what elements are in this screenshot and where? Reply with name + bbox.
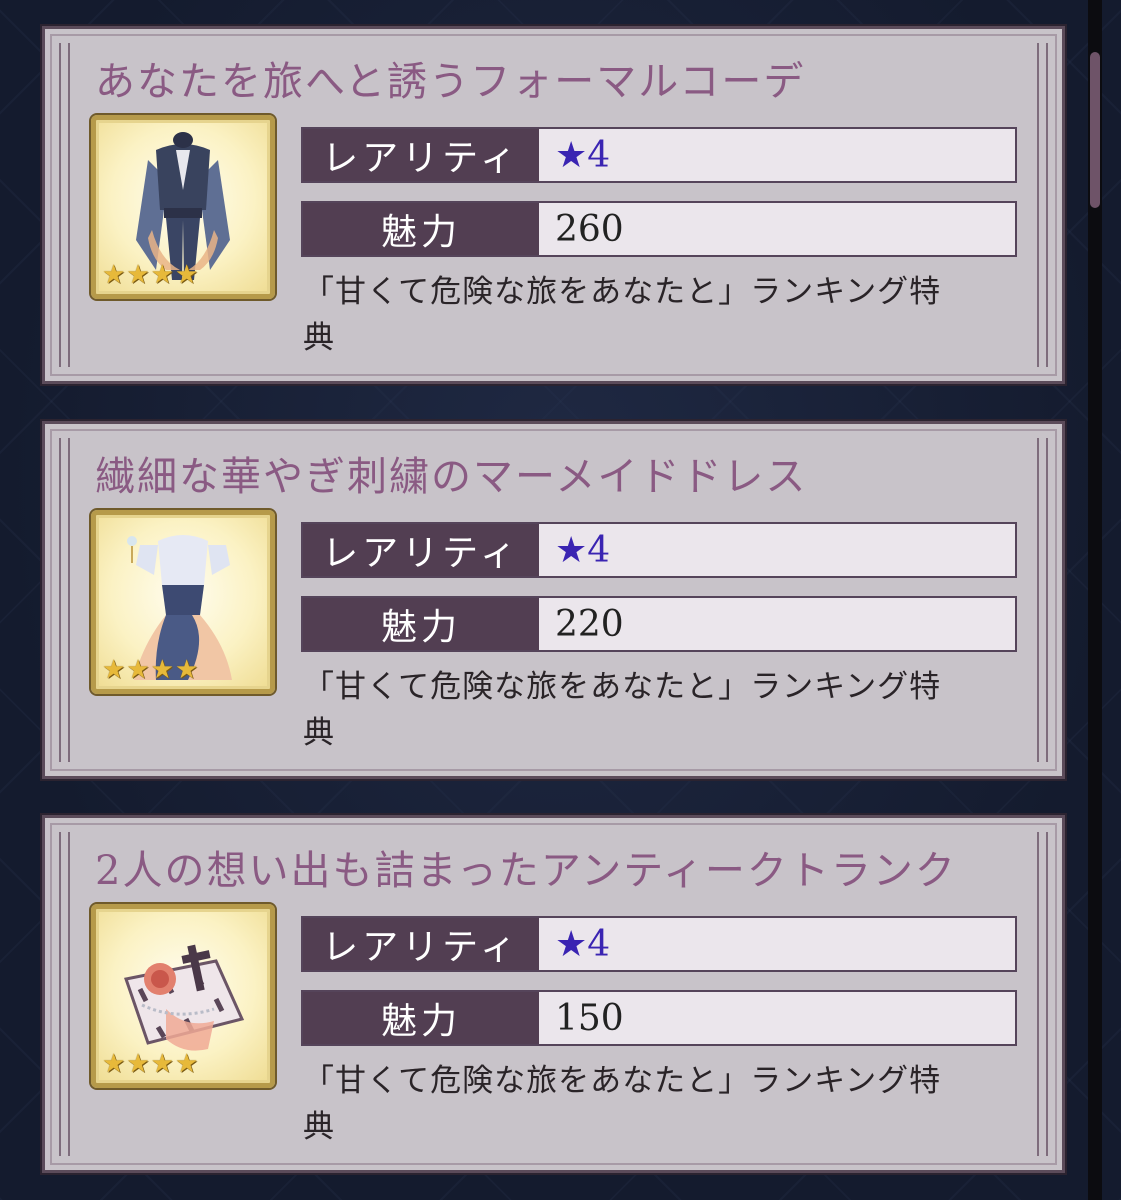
item-thumbnail[interactable]: ★ ★ ★ ★	[91, 115, 275, 299]
scrollbar[interactable]	[1088, 0, 1102, 1200]
rarity-stars: ★ ★ ★ ★	[102, 262, 198, 288]
star-icon: ★	[102, 260, 126, 290]
item-name: 2人の想い出も詰まったアンティークトランク	[95, 848, 957, 894]
star-icon: ★	[126, 1049, 150, 1079]
star-icon: ★	[126, 260, 150, 290]
item-card[interactable]: 2人の想い出も詰まったアンティークトランク ★ ★ ★ ★ レアリティ ★4 魅…	[42, 815, 1065, 1173]
rarity-stars: ★ ★ ★ ★	[102, 657, 198, 683]
charm-label: 魅力	[303, 598, 539, 650]
charm-value: 220	[539, 598, 1015, 650]
star-icon: ★	[150, 655, 174, 685]
rarity-row: レアリティ ★4	[301, 127, 1017, 183]
item-name: 繊細な華やぎ刺繍のマーメイドドレス	[95, 454, 808, 500]
item-name: あなたを旅へと誘うフォーマルコーデ	[95, 59, 806, 105]
rarity-row: レアリティ ★4	[301, 916, 1017, 972]
star-icon: ★	[126, 655, 150, 685]
star-icon: ★	[150, 1049, 174, 1079]
scrollbar-thumb[interactable]	[1090, 52, 1100, 208]
star-icon: ★	[150, 260, 174, 290]
item-card[interactable]: 繊細な華やぎ刺繍のマーメイドドレス ★ ★ ★ ★ レアリティ ★4 魅力 22…	[42, 421, 1065, 779]
rarity-row: レアリティ ★4	[301, 522, 1017, 578]
item-thumbnail[interactable]: ★ ★ ★ ★	[91, 904, 275, 1088]
item-thumbnail[interactable]: ★ ★ ★ ★	[91, 510, 275, 694]
charm-label: 魅力	[303, 992, 539, 1044]
star-icon: ★	[174, 260, 199, 290]
star-icon: ★	[174, 655, 199, 685]
item-description: 「甘くて危険な旅をあなたと」ランキング特典	[303, 274, 942, 356]
charm-value: 260	[539, 203, 1015, 255]
charm-value: 150	[539, 992, 1015, 1044]
item-description: 「甘くて危険な旅をあなたと」ランキング特典	[303, 1063, 942, 1145]
rarity-value: ★4	[539, 524, 1015, 576]
charm-label: 魅力	[303, 203, 539, 255]
item-description: 「甘くて危険な旅をあなたと」ランキング特典	[303, 669, 942, 751]
rarity-label: レアリティ	[303, 524, 539, 576]
star-icon: ★	[102, 1049, 126, 1079]
item-card[interactable]: あなたを旅へと誘うフォーマルコーデ ★ ★ ★ ★ レアリティ ★4 魅力 26…	[42, 26, 1065, 384]
star-icon: ★	[174, 1049, 199, 1079]
charm-row: 魅力 220	[301, 596, 1017, 652]
rarity-value: ★4	[539, 129, 1015, 181]
rarity-stars: ★ ★ ★ ★	[102, 1051, 198, 1077]
star-icon: ★	[102, 655, 126, 685]
rarity-label: レアリティ	[303, 918, 539, 970]
charm-row: 魅力 150	[301, 990, 1017, 1046]
rarity-label: レアリティ	[303, 129, 539, 181]
charm-row: 魅力 260	[301, 201, 1017, 257]
rarity-value: ★4	[539, 918, 1015, 970]
